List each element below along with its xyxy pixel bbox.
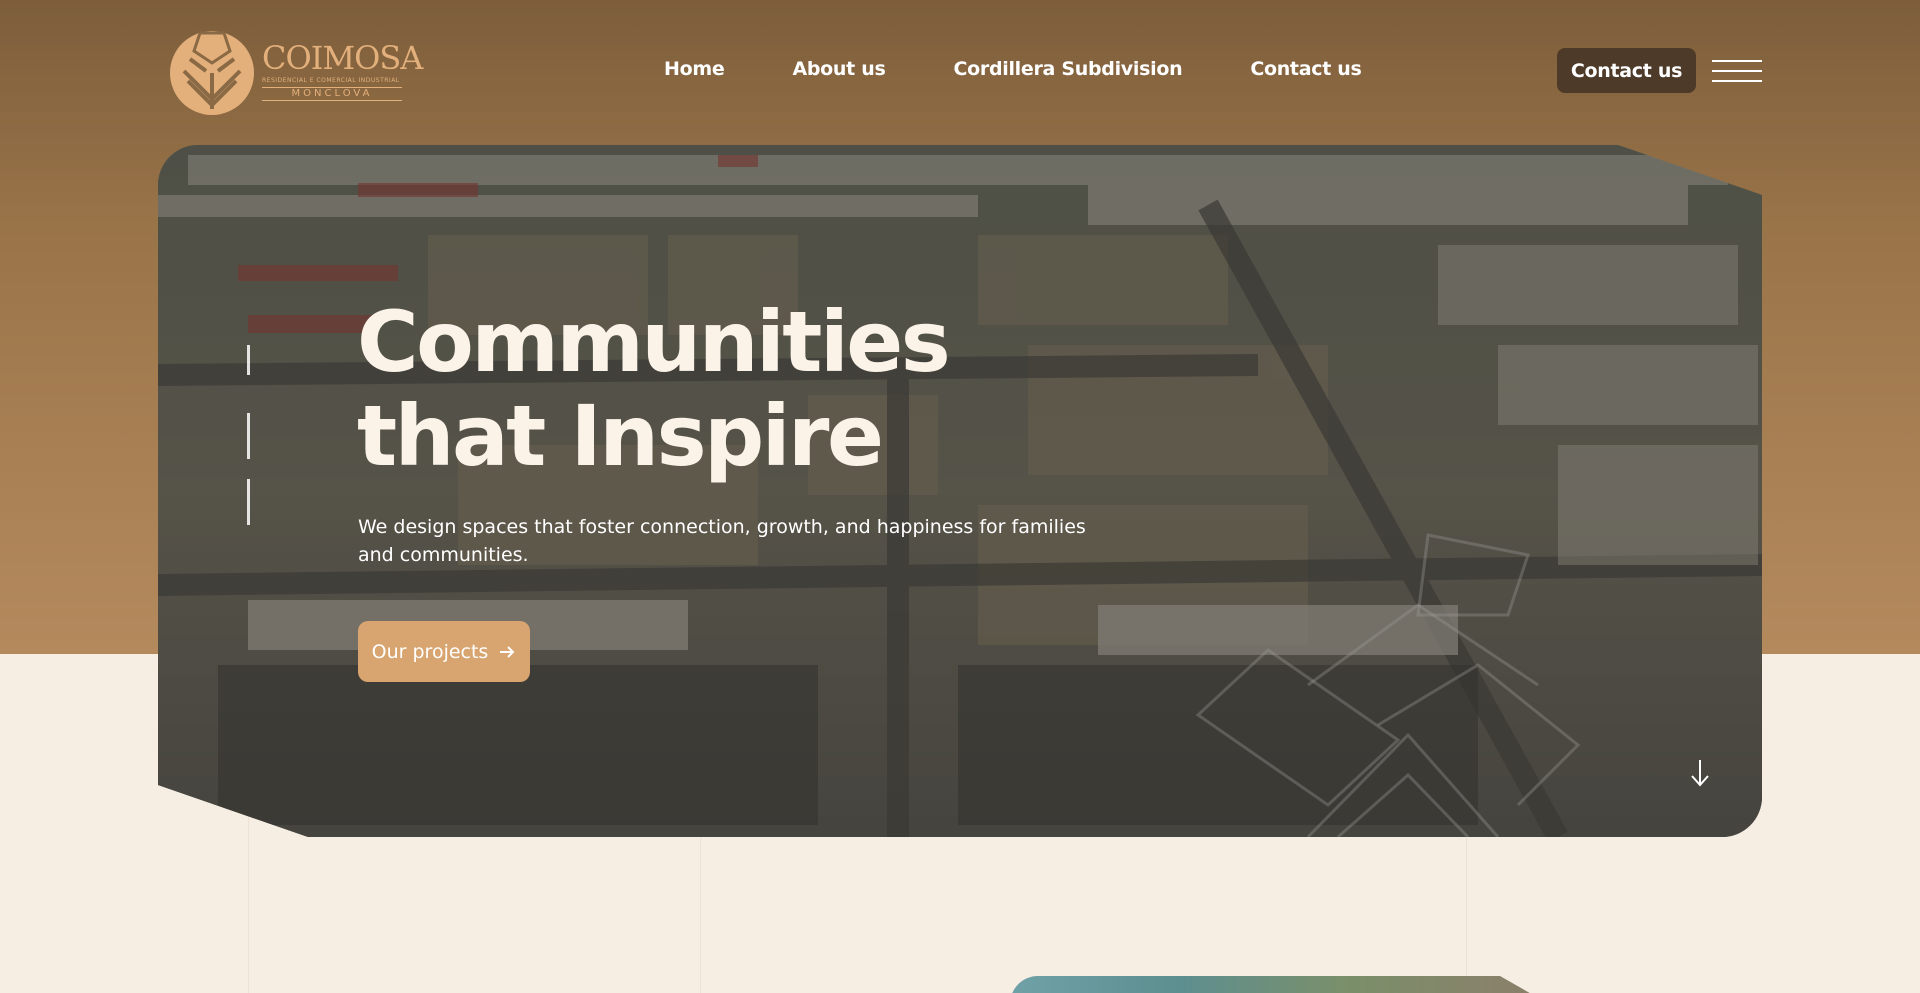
arrow-right-icon bbox=[500, 645, 515, 658]
main-nav: Home About us Cordillera Subdivision Con… bbox=[664, 58, 1362, 80]
nav-item-contact[interactable]: Contact us bbox=[1250, 58, 1362, 80]
hero-overlay bbox=[158, 145, 1762, 837]
nav-item-home[interactable]: Home bbox=[664, 58, 725, 80]
nav-item-about[interactable]: About us bbox=[792, 58, 885, 80]
hamburger-menu-icon[interactable] bbox=[1712, 58, 1762, 84]
logo-icon bbox=[166, 25, 258, 117]
brand-logo[interactable]: COIMOSA RESIDENCIAL E COMERCIAL INDUSTRI… bbox=[166, 24, 423, 118]
brand-name: COIMOSA bbox=[262, 39, 423, 77]
hero-description: We design spaces that foster connection,… bbox=[358, 516, 1086, 566]
nav-item-cordillera[interactable]: Cordillera Subdivision bbox=[953, 58, 1182, 80]
contact-us-button[interactable]: Contact us bbox=[1557, 48, 1696, 93]
our-projects-button[interactable]: Our projects bbox=[358, 621, 530, 682]
site-header: COIMOSA RESIDENCIAL E COMERCIAL INDUSTRI… bbox=[0, 0, 1920, 145]
brand-city: MONCLOVA bbox=[262, 87, 402, 101]
our-projects-label: Our projects bbox=[371, 640, 489, 663]
arrow-down-icon[interactable] bbox=[1688, 758, 1712, 788]
brand-subtitle: RESIDENCIAL E COMERCIAL INDUSTRIAL bbox=[262, 77, 400, 84]
hero-title: Communities that Inspire bbox=[357, 293, 951, 485]
hero-banner bbox=[158, 145, 1762, 837]
next-section-image bbox=[1010, 976, 1570, 993]
